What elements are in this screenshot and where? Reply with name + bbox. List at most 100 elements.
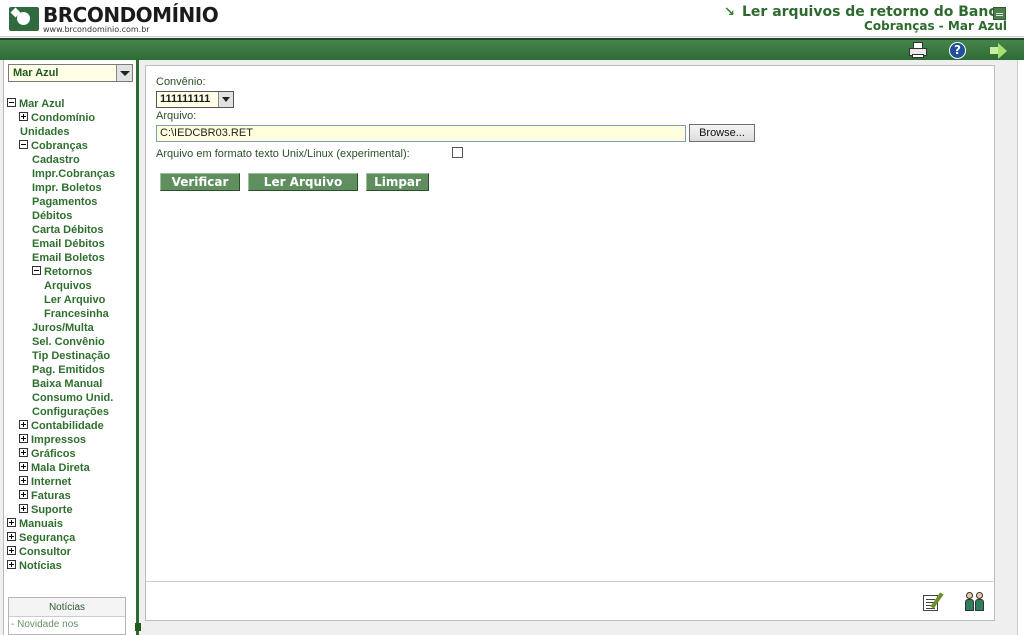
tree-label: Arquivos — [44, 280, 92, 292]
unix-format-label: Arquivo em formato texto Unix/Linux (exp… — [156, 148, 410, 160]
tree-label: Tip Destinação — [32, 350, 111, 362]
tree-item-impressos[interactable]: Impressos — [7, 433, 135, 447]
expand-icon[interactable] — [19, 112, 28, 121]
limpar-button[interactable]: Limpar — [366, 173, 429, 191]
tree-item-unidades[interactable]: Unidades — [7, 125, 135, 139]
collapse-icon[interactable] — [19, 140, 28, 149]
tree-item-pagamentos[interactable]: Pagamentos — [7, 195, 135, 209]
toolbar: ? — [0, 38, 1024, 60]
condo-select-value: Mar Azul — [13, 67, 59, 79]
help-icon[interactable]: ? — [948, 42, 968, 59]
tree-label: Francesinha — [44, 308, 109, 320]
tree-label: Configurações — [32, 406, 110, 418]
tree-item-carta-debitos[interactable]: Carta Débitos — [7, 223, 135, 237]
tree-item-internet[interactable]: Internet — [7, 475, 135, 489]
tree-item-consumo-unid[interactable]: Consumo Unid. — [7, 391, 135, 405]
tree-label: Segurança — [19, 532, 76, 544]
convenio-label: Convênio: — [156, 76, 206, 88]
tree-label: Manuais — [19, 518, 64, 530]
sidebar-scroll-handle[interactable] — [135, 623, 141, 631]
tree-label: Mar Azul — [19, 98, 65, 110]
collapse-icon[interactable] — [7, 98, 16, 107]
edit-notes-icon[interactable] — [923, 592, 945, 612]
tree-label: Cobranças — [31, 140, 88, 152]
exit-icon[interactable] — [988, 42, 1008, 59]
tree-item-cadastro[interactable]: Cadastro — [7, 153, 135, 167]
brand-url: www.brcondominio.com.br — [43, 25, 150, 34]
tree-item-contabilidade[interactable]: Contabilidade — [7, 419, 135, 433]
condo-select[interactable]: Mar Azul — [8, 64, 133, 82]
tree-item-juros-multa[interactable]: Juros/Multa — [7, 321, 135, 335]
tree-label: Unidades — [20, 126, 70, 138]
tree-item-tip-destinacao[interactable]: Tip Destinação — [7, 349, 135, 363]
expand-icon[interactable] — [7, 546, 16, 555]
right-scrollbar[interactable] — [1017, 60, 1024, 635]
tree-item-arquivos[interactable]: Arquivos — [7, 279, 135, 293]
tree-item-condominio[interactable]: Condomínio — [7, 111, 135, 125]
tree-label: Carta Débitos — [32, 224, 104, 236]
tree-item-graficos[interactable]: Gráficos — [7, 447, 135, 461]
chevron-down-icon[interactable] — [218, 92, 233, 107]
tree-item-francesinha[interactable]: Francesinha — [7, 307, 135, 321]
tree-label: Email Débitos — [32, 238, 105, 250]
convenio-select[interactable]: 111111111 — [156, 91, 234, 108]
expand-icon[interactable] — [19, 476, 28, 485]
browse-button[interactable]: Browse... — [689, 124, 755, 142]
tree-item-impr-boletos[interactable]: Impr. Boletos — [7, 181, 135, 195]
expand-icon[interactable] — [19, 462, 28, 471]
expand-icon[interactable] — [19, 448, 28, 457]
logo-mark-icon — [9, 7, 39, 31]
tree-item-email-boletos[interactable]: Email Boletos — [7, 251, 135, 265]
tree-item-pag-emitidos[interactable]: Pag. Emitidos — [7, 363, 135, 377]
tree-item-noticias[interactable]: Notícias — [7, 559, 135, 573]
tree-item-ler-arquivo[interactable]: Ler Arquivo — [7, 293, 135, 307]
tree-item-manuais[interactable]: Manuais — [7, 517, 135, 531]
tree-label: Pagamentos — [32, 196, 98, 208]
file-path-input[interactable]: C:\IEDCBR03.RET — [156, 125, 686, 142]
expand-icon[interactable] — [19, 504, 28, 513]
expand-icon[interactable] — [19, 420, 28, 429]
footer-divider — [146, 581, 994, 582]
print-icon[interactable] — [908, 42, 928, 59]
expand-icon[interactable] — [19, 434, 28, 443]
app-window: BRCONDOMÍNIO www.brcondominio.com.br ↘ L… — [0, 0, 1024, 635]
brand-logo[interactable]: BRCONDOMÍNIO www.brcondominio.com.br — [9, 4, 219, 35]
expand-icon[interactable] — [7, 518, 16, 527]
header: BRCONDOMÍNIO www.brcondominio.com.br ↘ L… — [0, 0, 1024, 37]
tree-item-cobrancas[interactable]: Cobranças — [7, 139, 135, 153]
arquivo-label: Arquivo: — [156, 110, 197, 122]
tree-item-seguranca[interactable]: Segurança — [7, 531, 135, 545]
expand-icon[interactable] — [7, 560, 16, 569]
expand-icon[interactable] — [7, 532, 16, 541]
tree-label: Sel. Convênio — [32, 336, 105, 348]
tree-label: Ler Arquivo — [44, 294, 106, 306]
tree-label: Pag. Emitidos — [32, 364, 105, 376]
tree-item-suporte[interactable]: Suporte — [7, 503, 135, 517]
collapse-icon[interactable] — [32, 266, 41, 275]
tree-item-consultor[interactable]: Consultor — [7, 545, 135, 559]
tree-label: Impressos — [31, 434, 87, 446]
title-arrow-icon: ↘ — [724, 5, 735, 20]
expand-icon[interactable] — [19, 490, 28, 499]
tree-item-baixa-manual[interactable]: Baixa Manual — [7, 377, 135, 391]
tree-item-mar-azul[interactable]: Mar Azul — [7, 97, 135, 111]
tree-label: Retornos — [44, 266, 93, 278]
tree-label: Faturas — [31, 490, 71, 502]
tree-item-configuracoes[interactable]: Configurações — [7, 405, 135, 419]
tree-item-impr-cobrancas[interactable]: Impr.Cobranças — [7, 167, 135, 181]
tree-item-email-debitos[interactable]: Email Débitos — [7, 237, 135, 251]
news-item[interactable]: - Novidade nos — [9, 617, 125, 633]
tree-item-debitos[interactable]: Débitos — [7, 209, 135, 223]
tree-item-retornos[interactable]: Retornos — [7, 265, 135, 279]
tree-item-mala-direta[interactable]: Mala Direta — [7, 461, 135, 475]
unix-format-checkbox[interactable] — [452, 147, 463, 158]
tree-label: Cadastro — [32, 154, 80, 166]
verificar-button[interactable]: Verificar — [160, 173, 240, 191]
tree-label: Email Boletos — [32, 252, 105, 264]
tree-item-sel-convenio[interactable]: Sel. Convênio — [7, 335, 135, 349]
users-icon[interactable] — [964, 592, 986, 612]
tree-label: Gráficos — [31, 448, 76, 460]
ler-arquivo-button[interactable]: Ler Arquivo — [248, 173, 358, 191]
chevron-down-icon[interactable] — [116, 65, 132, 81]
tree-item-faturas[interactable]: Faturas — [7, 489, 135, 503]
